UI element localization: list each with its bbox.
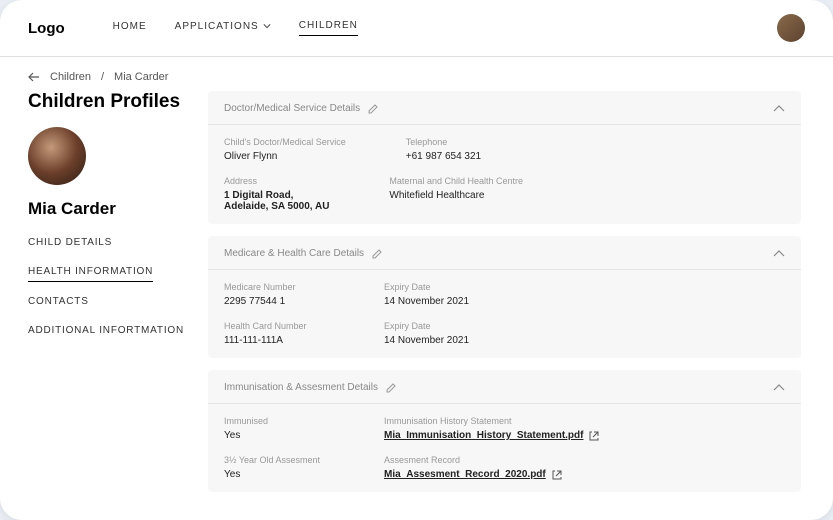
back-arrow-icon[interactable] bbox=[28, 72, 40, 82]
card-title: Immunisation & Assesment Details bbox=[224, 382, 378, 393]
nav-applications-label: APPLICATIONS bbox=[175, 21, 259, 32]
card-immunisation: Immunisation & Assesment Details Immunis… bbox=[208, 370, 801, 492]
field-label: Telephone bbox=[406, 137, 506, 147]
field-label: Maternal and Child Health Centre bbox=[389, 176, 523, 186]
breadcrumb-root[interactable]: Children bbox=[50, 71, 91, 83]
divider bbox=[208, 403, 801, 404]
field-value: +61 987 654 321 bbox=[406, 151, 506, 162]
external-link-icon[interactable] bbox=[552, 470, 562, 480]
field-value: 14 November 2021 bbox=[384, 335, 484, 346]
field-label: Expiry Date bbox=[384, 321, 484, 331]
field-value: Yes bbox=[224, 430, 324, 441]
field-label: Address bbox=[224, 176, 329, 186]
field-label: Health Card Number bbox=[224, 321, 324, 331]
field-value: Whitefield Healthcare bbox=[389, 190, 523, 201]
download-link[interactable]: Mia_Immunisation_History_Statement.pdf bbox=[384, 430, 583, 441]
page-title: Children Profiles bbox=[28, 91, 188, 113]
field-value: 14 November 2021 bbox=[384, 296, 484, 307]
pencil-icon[interactable] bbox=[386, 383, 396, 393]
card-medicare: Medicare & Health Care Details Medicare … bbox=[208, 236, 801, 358]
field-label: Immunisation History Statement bbox=[384, 416, 599, 426]
divider bbox=[208, 269, 801, 270]
logo[interactable]: Logo bbox=[28, 20, 65, 37]
pencil-icon[interactable] bbox=[372, 249, 382, 259]
field-label: Expiry Date bbox=[384, 282, 484, 292]
tab-child-details[interactable]: CHILD DETAILS bbox=[28, 237, 188, 252]
divider bbox=[208, 124, 801, 125]
field-label: Child's Doctor/Medical Service bbox=[224, 137, 346, 147]
download-link[interactable]: Mia_Assesment_Record_2020.pdf bbox=[384, 469, 546, 480]
tab-health-information[interactable]: HEALTH INFORMATION bbox=[28, 266, 153, 282]
chevron-up-icon[interactable] bbox=[773, 105, 785, 113]
child-avatar bbox=[28, 127, 86, 185]
field-value: Yes bbox=[224, 469, 324, 480]
breadcrumb: Children / Mia Carder bbox=[0, 57, 833, 91]
tab-additional-information[interactable]: ADDITIONAL INFORTMATION bbox=[28, 325, 188, 340]
chevron-up-icon[interactable] bbox=[773, 384, 785, 392]
card-title: Doctor/Medical Service Details bbox=[224, 103, 360, 114]
field-label: 3½ Year Old Assesment bbox=[224, 455, 324, 465]
child-name: Mia Carder bbox=[28, 199, 188, 219]
external-link-icon[interactable] bbox=[589, 431, 599, 441]
tab-contacts[interactable]: CONTACTS bbox=[28, 296, 188, 311]
nav-home[interactable]: HOME bbox=[113, 20, 147, 36]
field-label: Medicare Number bbox=[224, 282, 324, 292]
field-value: 111-111-111A bbox=[224, 335, 324, 346]
field-value: 2295 77544 1 bbox=[224, 296, 324, 307]
field-value: Oliver Flynn bbox=[224, 151, 346, 162]
card-title: Medicare & Health Care Details bbox=[224, 248, 364, 259]
field-label: Immunised bbox=[224, 416, 324, 426]
nav-applications[interactable]: APPLICATIONS bbox=[175, 20, 271, 36]
pencil-icon[interactable] bbox=[368, 104, 378, 114]
breadcrumb-current: Mia Carder bbox=[114, 71, 168, 83]
user-avatar[interactable] bbox=[777, 14, 805, 42]
field-label: Assesment Record bbox=[384, 455, 562, 465]
nav-children[interactable]: CHILDREN bbox=[299, 20, 358, 36]
breadcrumb-sep: / bbox=[101, 71, 104, 83]
chevron-down-icon bbox=[263, 22, 271, 30]
field-value: 1 Digital Road, Adelaide, SA 5000, AU bbox=[224, 190, 329, 212]
chevron-up-icon[interactable] bbox=[773, 250, 785, 258]
card-doctor: Doctor/Medical Service Details Child's D… bbox=[208, 91, 801, 224]
